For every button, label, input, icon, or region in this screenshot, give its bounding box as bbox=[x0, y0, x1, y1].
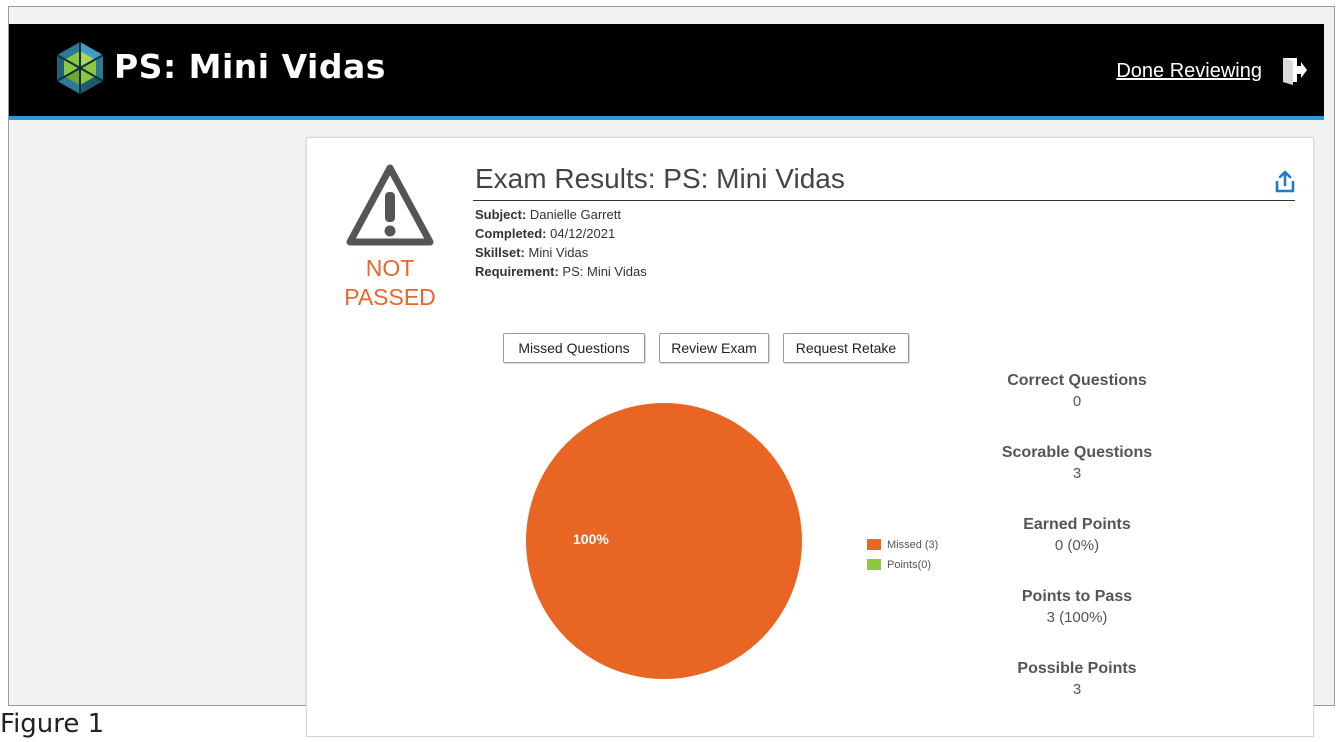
legend-swatch bbox=[867, 559, 881, 570]
meta-requirement: Requirement: PS: Mini Vidas bbox=[475, 264, 647, 279]
missed-questions-button[interactable]: Missed Questions bbox=[503, 333, 645, 363]
chart-legend: Missed (3) Points(0) bbox=[867, 537, 938, 577]
legend-item: Missed (3) bbox=[867, 537, 938, 557]
legend-label: Missed (3) bbox=[887, 539, 939, 551]
stat-possible-points: Possible Points 3 bbox=[1017, 660, 1137, 698]
pie-data-label: 100% bbox=[573, 531, 609, 547]
share-icon[interactable] bbox=[1273, 170, 1297, 194]
status-line-2: PASSED bbox=[344, 284, 436, 310]
legend-swatch bbox=[867, 539, 881, 550]
warning-icon bbox=[346, 164, 434, 246]
request-retake-button[interactable]: Request Retake bbox=[783, 333, 909, 363]
pie-slice-missed-3 bbox=[526, 403, 802, 679]
done-reviewing-link[interactable]: Done Reviewing bbox=[1116, 57, 1262, 85]
review-exam-button[interactable]: Review Exam bbox=[659, 333, 769, 363]
figure-caption: Figure 1 bbox=[0, 709, 105, 739]
app-header: PS: Mini Vidas Done Reviewing bbox=[9, 24, 1324, 116]
app-title: PS: Mini Vidas bbox=[114, 47, 386, 86]
stat-points-to-pass: Points to Pass 3 (100%) bbox=[1021, 588, 1133, 626]
legend-item: Points(0) bbox=[867, 557, 938, 577]
exam-title: Exam Results: PS: Mini Vidas bbox=[475, 163, 845, 194]
score-stats: Correct Questions 0 Scorable Questions 3… bbox=[987, 371, 1167, 731]
exam-meta: Subject: Danielle Garrett Completed: 04/… bbox=[475, 205, 647, 281]
header-accent-bar bbox=[9, 116, 1324, 120]
stat-scorable-questions: Scorable Questions 3 bbox=[1001, 444, 1153, 482]
title-divider bbox=[473, 200, 1295, 201]
results-pie-chart bbox=[526, 403, 802, 679]
app-logo-icon bbox=[56, 42, 104, 94]
result-status: NOT PASSED bbox=[327, 254, 453, 312]
meta-completed: Completed: 04/12/2021 bbox=[475, 226, 616, 241]
exam-results-card: NOT PASSED Exam Results: PS: Mini Vidas … bbox=[306, 137, 1314, 737]
status-line-1: NOT bbox=[365, 255, 415, 281]
exit-door-icon[interactable] bbox=[1281, 55, 1307, 85]
meta-skillset: Skillset: Mini Vidas bbox=[475, 245, 589, 260]
stat-earned-points: Earned Points 0 (0%) bbox=[1023, 516, 1131, 554]
legend-label: Points(0) bbox=[887, 559, 932, 571]
stat-correct-questions: Correct Questions 0 bbox=[1007, 372, 1147, 410]
meta-subject: Subject: Danielle Garrett bbox=[475, 207, 621, 222]
